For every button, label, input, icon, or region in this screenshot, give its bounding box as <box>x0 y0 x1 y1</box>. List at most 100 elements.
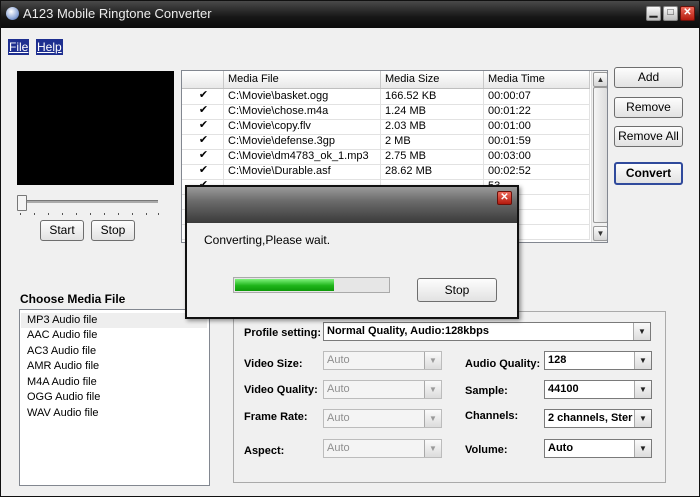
frame-rate-label: Frame Rate: <box>244 411 308 423</box>
table-row[interactable]: ✔ C:\Movie\defense.3gp 2 MB 00:01:59 <box>182 134 590 150</box>
menu-help[interactable]: Help <box>36 39 63 55</box>
scrollbar-thumb[interactable] <box>593 87 607 223</box>
checkmark-icon[interactable]: ✔ <box>198 165 209 176</box>
video-size-select[interactable]: Auto ▼ <box>323 351 442 370</box>
conversion-progress-bar <box>233 277 390 293</box>
table-row[interactable]: ✔ C:\Movie\basket.ogg 166.52 KB 00:00:07 <box>182 89 590 105</box>
chevron-down-icon[interactable]: ▼ <box>424 440 441 457</box>
main-window: A123 Mobile Ringtone Converter ▁ □ ✕ Fil… <box>0 0 700 497</box>
profile-setting-select[interactable]: Normal Quality, Audio:128kbps ▼ <box>323 322 651 341</box>
dialog-stop-button[interactable]: Stop <box>417 278 497 302</box>
menu-file[interactable]: File <box>8 39 30 55</box>
checkmark-icon[interactable]: ✔ <box>198 135 209 146</box>
list-item[interactable]: AMR Audio file <box>21 359 207 374</box>
table-scrollbar[interactable]: ▲ ▼ <box>591 71 607 242</box>
media-type-list[interactable]: MP3 Audio file AAC Audio file AC3 Audio … <box>19 309 210 486</box>
list-item[interactable]: AC3 Audio file <box>21 344 207 359</box>
remove-all-button[interactable]: Remove All <box>614 126 683 147</box>
chevron-down-icon[interactable]: ▼ <box>424 352 441 369</box>
cell-media-time: 00:01:59 <box>484 134 590 149</box>
column-header-media-size[interactable]: Media Size <box>381 71 484 88</box>
maximize-icon[interactable]: □ <box>663 6 678 21</box>
dialog-message: Converting,Please wait. <box>204 233 331 247</box>
table-row[interactable]: ✔ C:\Movie\Durable.asf 28.62 MB 00:02:52 <box>182 164 590 180</box>
start-button[interactable]: Start <box>40 220 84 241</box>
chevron-down-icon[interactable]: ▼ <box>424 410 441 427</box>
checkmark-icon[interactable]: ✔ <box>198 150 209 161</box>
column-header-media-time[interactable]: Media Time <box>484 71 590 88</box>
checkmark-icon[interactable]: ✔ <box>198 105 209 116</box>
dialog-title-bar[interactable]: ✕ <box>187 187 517 223</box>
cell-media-size: 2.03 MB <box>381 119 484 134</box>
slider-tick <box>76 213 77 215</box>
video-quality-value: Auto <box>327 383 350 395</box>
cell-media-size: 1.24 MB <box>381 104 484 119</box>
scroll-up-icon[interactable]: ▲ <box>593 72 607 87</box>
cell-media-file: C:\Movie\defense.3gp <box>224 134 381 149</box>
table-row[interactable]: ✔ C:\Movie\dm4783_ok_1.mp3 2.75 MB 00:03… <box>182 149 590 165</box>
list-item[interactable]: OGG Audio file <box>21 390 207 405</box>
list-item[interactable]: AAC Audio file <box>21 328 207 343</box>
remove-button[interactable]: Remove <box>614 97 683 118</box>
cell-media-size: 2 MB <box>381 134 484 149</box>
scroll-down-icon[interactable]: ▼ <box>593 226 607 241</box>
cell-media-time: 00:00:07 <box>484 89 590 104</box>
frame-rate-select[interactable]: Auto ▼ <box>323 409 442 428</box>
cell-media-file: C:\Movie\Durable.asf <box>224 164 381 179</box>
cell-media-time: 00:03:00 <box>484 149 590 164</box>
slider-tick <box>118 213 119 215</box>
video-quality-select[interactable]: Auto ▼ <box>323 380 442 399</box>
slider-tick <box>62 213 63 215</box>
chevron-down-icon[interactable]: ▼ <box>634 381 651 398</box>
convert-button[interactable]: Convert <box>614 162 683 185</box>
window-title: A123 Mobile Ringtone Converter <box>23 6 212 21</box>
aspect-select[interactable]: Auto ▼ <box>323 439 442 458</box>
close-icon[interactable]: ✕ <box>680 6 695 21</box>
cell-media-time: 00:02:52 <box>484 164 590 179</box>
progress-fill <box>235 279 334 291</box>
chevron-down-icon[interactable]: ▼ <box>633 323 650 340</box>
list-item[interactable]: WAV Audio file <box>21 406 207 421</box>
checkmark-icon[interactable]: ✔ <box>198 90 209 101</box>
channels-label: Channels: <box>465 410 519 422</box>
app-globe-icon <box>6 7 19 20</box>
audio-quality-select[interactable]: 128 ▼ <box>544 351 652 370</box>
table-row[interactable]: ✔ C:\Movie\copy.flv 2.03 MB 00:01:00 <box>182 119 590 135</box>
table-header: Media File Media Size Media Time <box>182 71 590 89</box>
column-header-media-file[interactable]: Media File <box>224 71 381 88</box>
aspect-label: Aspect: <box>244 445 285 457</box>
profile-setting-label: Profile setting: <box>244 327 322 339</box>
cell-media-size: 2.75 MB <box>381 149 484 164</box>
minimize-icon[interactable]: ▁ <box>646 6 661 21</box>
sample-select[interactable]: 44100 ▼ <box>544 380 652 399</box>
sample-label: Sample: <box>465 385 508 397</box>
checkmark-icon[interactable]: ✔ <box>198 120 209 131</box>
cell-media-size: 28.62 MB <box>381 164 484 179</box>
volume-label: Volume: <box>465 444 508 456</box>
aspect-value: Auto <box>327 442 350 454</box>
seek-slider-track[interactable] <box>21 200 158 203</box>
volume-select[interactable]: Auto ▼ <box>544 439 652 458</box>
chevron-down-icon[interactable]: ▼ <box>634 440 651 457</box>
choose-media-title: Choose Media File <box>20 292 126 306</box>
table-row[interactable]: ✔ C:\Movie\chose.m4a 1.24 MB 00:01:22 <box>182 104 590 120</box>
add-button[interactable]: Add <box>614 67 683 88</box>
chevron-down-icon[interactable]: ▼ <box>424 381 441 398</box>
cell-media-file: C:\Movie\basket.ogg <box>224 89 381 104</box>
video-size-label: Video Size: <box>244 358 303 370</box>
title-bar[interactable]: A123 Mobile Ringtone Converter ▁ □ ✕ <box>1 1 699 28</box>
audio-quality-label: Audio Quality: <box>465 358 541 370</box>
seek-slider-thumb[interactable] <box>17 195 27 211</box>
dialog-close-icon[interactable]: ✕ <box>497 191 512 205</box>
slider-tick <box>90 213 91 215</box>
list-item[interactable]: MP3 Audio file <box>21 313 207 328</box>
cell-media-file: C:\Movie\copy.flv <box>224 119 381 134</box>
chevron-down-icon[interactable]: ▼ <box>634 352 651 369</box>
channels-value: 2 channels, Ster <box>548 412 633 424</box>
frame-rate-value: Auto <box>327 412 350 424</box>
list-item[interactable]: M4A Audio file <box>21 375 207 390</box>
chevron-down-icon[interactable]: ▼ <box>634 410 651 427</box>
channels-select[interactable]: 2 channels, Ster ▼ <box>544 409 652 428</box>
stop-playback-button[interactable]: Stop <box>91 220 135 241</box>
column-header-check[interactable] <box>182 71 224 88</box>
